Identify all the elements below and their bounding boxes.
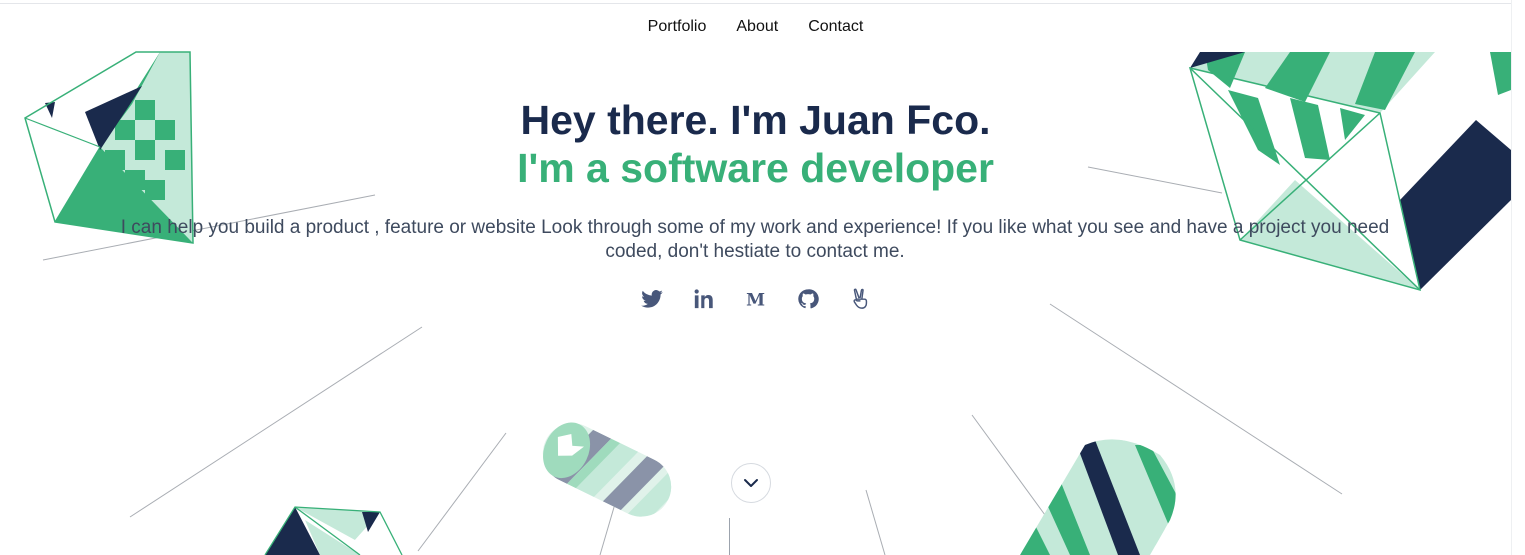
nav-item-portfolio[interactable]: Portfolio xyxy=(648,18,707,36)
hero-title: Hey there. I'm Juan Fco. xyxy=(520,97,991,143)
scroll-down-button[interactable] xyxy=(731,463,771,503)
social-links: M xyxy=(0,286,1511,312)
scroll-indicator-line xyxy=(729,518,730,555)
nav-item-contact[interactable]: Contact xyxy=(808,18,863,36)
hero-description: I can help you build a product , feature… xyxy=(120,217,1390,262)
svg-text:M: M xyxy=(746,290,765,308)
linkedin-icon[interactable] xyxy=(691,286,717,312)
github-icon[interactable] xyxy=(795,286,821,312)
nav-item-about[interactable]: About xyxy=(736,18,778,36)
hero-subtitle: I'm a software developer xyxy=(517,145,994,191)
gem-bottom-left xyxy=(264,506,403,555)
hero-section: Hey there. I'm Juan Fco. I'm a software … xyxy=(0,96,1511,192)
chevron-down-icon xyxy=(744,479,758,487)
cylinder-center xyxy=(542,422,682,523)
twitter-icon[interactable] xyxy=(639,286,665,312)
cylinder-right xyxy=(1020,439,1176,555)
main-nav: Portfolio About Contact xyxy=(0,18,1511,36)
medium-icon[interactable]: M xyxy=(743,286,769,312)
angellist-icon[interactable] xyxy=(847,286,873,312)
